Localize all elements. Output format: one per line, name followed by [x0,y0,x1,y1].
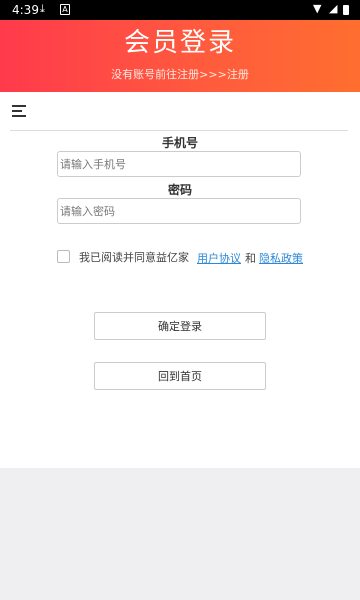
register-link[interactable]: 没有账号前往注册>>>注册 [0,66,360,82]
status-time: 4:39 [12,3,39,17]
password-label: 密码 [167,183,192,197]
divider [10,130,348,131]
password-input[interactable] [57,198,301,224]
cellular-icon: ◢ [329,2,338,15]
agreement-checkbox[interactable] [57,250,70,263]
footer-area [0,468,360,600]
agreement-text: 我已阅读并同意益亿家 [79,251,189,264]
page-title: 会员登录 [123,28,236,58]
agreement-row: 我已阅读并同意益亿家 用户协议 和 隐私政策 [57,249,317,265]
phone-input[interactable] [57,151,301,177]
privacy-policy-link[interactable]: 隐私政策 [259,250,303,266]
status-bar: 4:39 ⤓ A ▼ ◢ [0,0,360,20]
agreement-and: 和 [245,252,256,265]
a-icon: A [60,4,70,15]
wifi-icon: ▼ [313,2,322,15]
user-agreement-link[interactable]: 用户协议 [197,250,241,266]
home-button[interactable]: 回到首页 [94,362,266,390]
login-button[interactable]: 确定登录 [94,312,266,340]
menu-icon[interactable] [12,105,26,119]
phone-label: 手机号 [161,136,198,150]
download-icon: ⤓ [40,2,45,15]
battery-icon [343,5,349,15]
header-banner: 会员登录 没有账号前往注册>>>注册 [0,20,360,92]
